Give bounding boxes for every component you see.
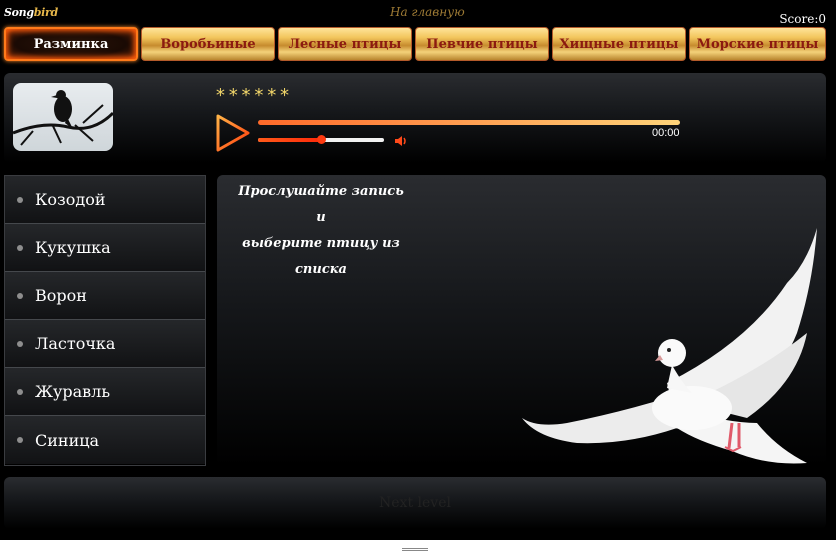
list-item[interactable]: Козодой [5, 176, 205, 224]
volume-fill [258, 138, 321, 142]
volume-slider[interactable] [258, 135, 384, 144]
tab-morskie-ptitsy[interactable]: Морские птицы [689, 27, 826, 61]
bird-silhouette-image [13, 83, 113, 151]
tab-razminka[interactable]: Разминка [4, 27, 138, 61]
bird-option-label: Ласточка [35, 334, 116, 353]
logo-main: Song [4, 6, 34, 19]
tab-pevchie-ptitsy[interactable]: Певчие птицы [415, 27, 549, 61]
category-tabs: Разминка Воробьиные Лесные птицы Певчие … [4, 27, 826, 63]
score-value: 0 [818, 12, 826, 26]
bottom-strip [0, 540, 836, 553]
bird-option-label: Козодой [35, 190, 106, 209]
speaker-icon[interactable] [394, 133, 408, 147]
bird-option-label: Ворон [35, 286, 87, 305]
audio-player-panel: ****** 00:00 [4, 73, 826, 163]
top-bar: Songbird На главную Score:0 [0, 0, 836, 26]
list-item[interactable]: Журавль [5, 368, 205, 416]
instruction-line-3: выберите птицу из списка [242, 236, 400, 277]
bird-info-panel: Прослушайте запись и выберите птицу из с… [217, 175, 826, 466]
bird-silhouette-graphic [13, 90, 113, 146]
tab-lesnye-ptitsy[interactable]: Лесные птицы [278, 27, 412, 61]
bullet-icon [17, 388, 23, 395]
logo: Songbird [4, 6, 58, 19]
tab-vorobinye[interactable]: Воробьиные [141, 27, 275, 61]
home-link[interactable]: На главную [390, 5, 465, 19]
bird-options-list: Козодой Кукушка Ворон Ласточка Журавль С… [4, 175, 206, 466]
white-dove-image [522, 228, 817, 464]
bullet-icon [17, 437, 23, 443]
list-item[interactable]: Синица [5, 416, 205, 464]
speaker-graphic [395, 136, 406, 146]
instruction-line-1: Прослушайте запись [238, 184, 404, 199]
play-button[interactable] [215, 113, 251, 153]
bullet-icon [17, 244, 23, 251]
list-item[interactable]: Ласточка [5, 320, 205, 368]
bird-option-label: Кукушка [35, 238, 111, 257]
logo-accent: bird [33, 6, 58, 19]
play-icon [216, 114, 250, 152]
volume-thumb[interactable] [317, 135, 326, 144]
bullet-icon [17, 196, 23, 203]
time-display: 00:00 [652, 127, 680, 139]
tab-hishchnye-ptitsy[interactable]: Хищные птицы [552, 27, 686, 61]
drag-handle-icon[interactable] [402, 548, 428, 551]
bullet-icon [17, 340, 23, 347]
hidden-bird-name: ****** [215, 85, 293, 106]
progress-bar[interactable] [258, 120, 680, 125]
instruction-line-2: и [316, 210, 326, 225]
list-item[interactable]: Кукушка [5, 224, 205, 272]
bird-option-label: Синица [35, 430, 100, 450]
bird-option-label: Журавль [35, 382, 111, 401]
instruction-text: Прослушайте запись и выберите птицу из с… [217, 179, 425, 283]
score-display: Score:0 [779, 12, 826, 26]
footer-panel: Next level [4, 477, 826, 529]
score-label: Score: [779, 12, 819, 26]
next-level-button[interactable]: Next level [373, 494, 457, 512]
bullet-icon [17, 292, 23, 299]
list-item[interactable]: Ворон [5, 272, 205, 320]
